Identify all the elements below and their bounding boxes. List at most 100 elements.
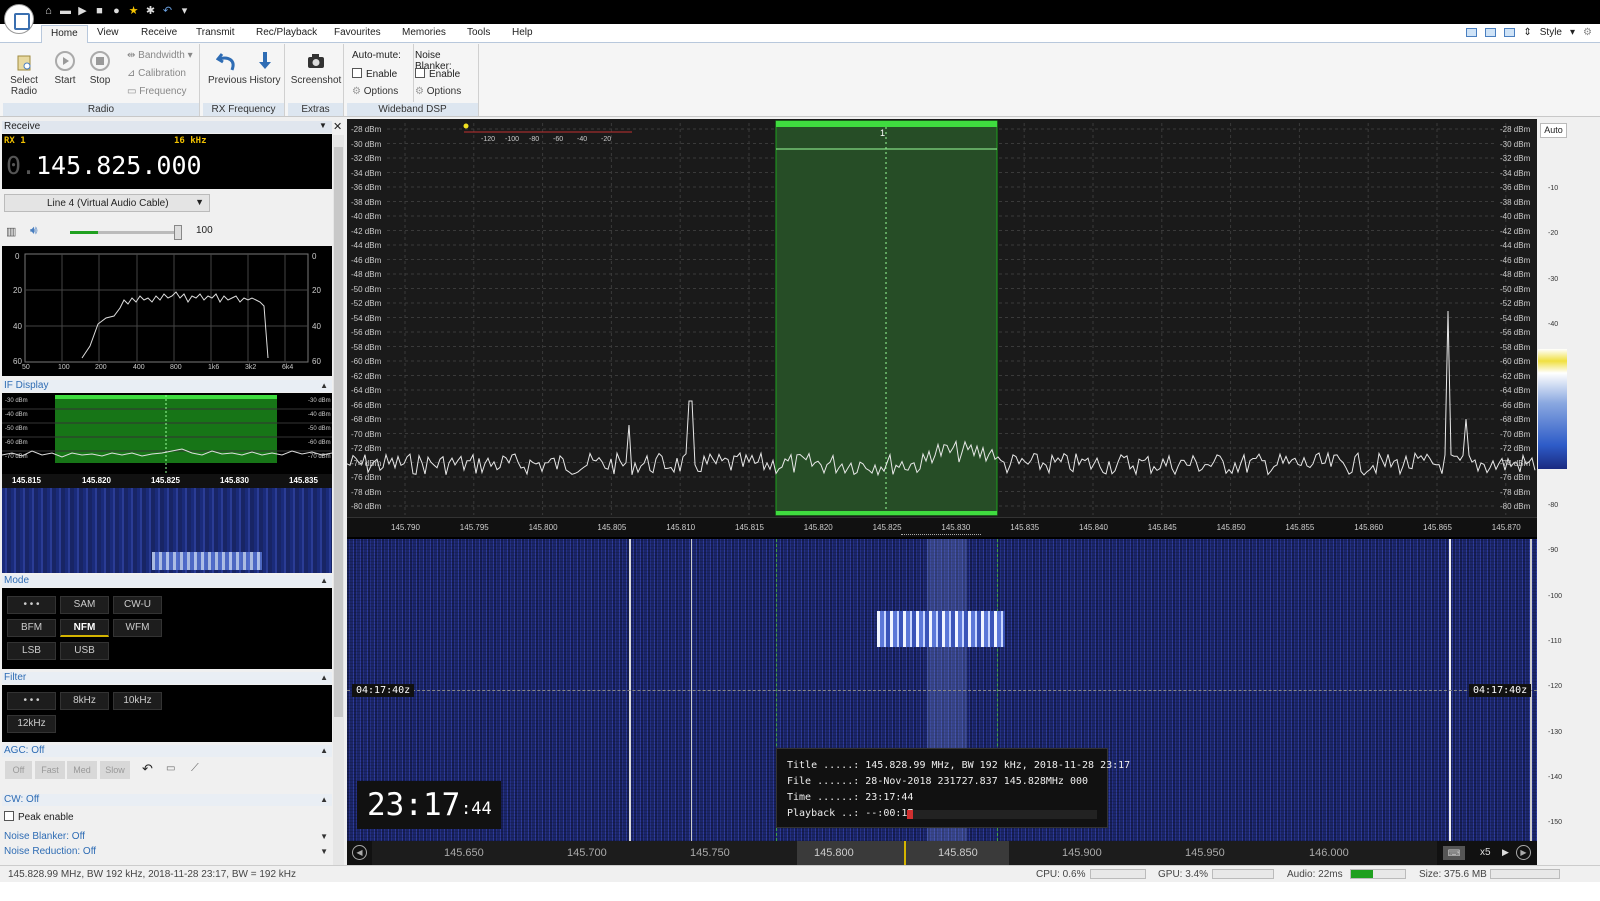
style-icon: ⇕ — [1523, 27, 1532, 38]
application-menu-button[interactable] — [4, 4, 34, 34]
splitter-handle[interactable] — [901, 534, 981, 536]
audio-device-select[interactable]: Line 4 (Virtual Audio Cable) ▼ — [4, 194, 210, 212]
tab-memories[interactable]: Memories — [402, 27, 446, 38]
tab-help[interactable]: Help — [512, 27, 533, 38]
undo-icon[interactable]: ↶ — [142, 761, 153, 777]
levels-icon[interactable]: ▥ — [6, 225, 16, 238]
mode-sam-button[interactable]: SAM — [60, 596, 109, 614]
peak-enable-checkbox[interactable]: Peak enable — [4, 811, 74, 823]
audio-y-tick: 20 — [13, 286, 22, 295]
dropdown-icon[interactable]: ▾ — [178, 5, 191, 18]
tab-home[interactable]: Home — [41, 25, 88, 44]
frequency-icon: ▭ — [127, 86, 140, 97]
mode-cwu-button[interactable]: CW-U — [113, 596, 162, 614]
monitor-icon[interactable] — [1485, 28, 1497, 37]
style-menu[interactable]: Style — [1540, 27, 1562, 38]
filter-10khz-button[interactable]: 10kHz — [113, 692, 162, 710]
settings-icon[interactable]: ✱ — [144, 5, 157, 18]
chevron-down-icon[interactable]: ▼ — [319, 121, 327, 130]
previous-button[interactable]: Previous — [208, 50, 247, 86]
noise-blanker-enable-checkbox[interactable]: Enable — [415, 68, 460, 80]
noise-reduction-header[interactable]: Noise Reduction: Off ▼ — [2, 846, 332, 858]
close-icon[interactable]: ✕ — [333, 120, 342, 133]
frequency-button[interactable]: ▭ Frequency — [127, 86, 186, 97]
tab-favourites[interactable]: Favourites — [334, 27, 381, 38]
tab-receive[interactable]: Receive — [141, 27, 177, 38]
tab-rec-playback[interactable]: Rec/Playback — [256, 27, 317, 38]
mode-nfm-button[interactable]: NFM — [60, 619, 109, 637]
undo-icon[interactable]: ↶ — [161, 5, 174, 18]
noise-blanker-options-button[interactable]: ⚙ Options — [415, 86, 461, 97]
home-icon[interactable]: ⌂ — [42, 5, 55, 18]
settings-icon[interactable]: ▭ — [166, 763, 175, 774]
history-button[interactable]: History — [248, 50, 282, 86]
folder-icon[interactable]: ▬ — [59, 5, 72, 18]
level-gradient[interactable] — [1538, 349, 1567, 469]
tab-tools[interactable]: Tools — [467, 27, 490, 38]
select-radio-button[interactable]: Select Radio — [9, 50, 39, 97]
agc-fast-button[interactable]: Fast — [35, 761, 65, 779]
scroll-left-icon[interactable]: ◀ — [352, 845, 367, 860]
play-icon[interactable]: ▶ — [76, 5, 89, 18]
filter-8khz-button[interactable]: 8kHz — [60, 692, 109, 710]
agc-off-button[interactable]: Off — [5, 761, 32, 779]
radio-group: Select Radio Start Stop ⇹ Bandwidth ▾ ⊿ … — [3, 44, 200, 116]
spectrum-x-tick: 145.800 — [528, 523, 558, 532]
mode-header[interactable]: Mode ▲ — [2, 575, 332, 587]
filter-12khz-button[interactable]: 12kHz — [7, 715, 56, 733]
if-display-header[interactable]: IF Display ▲ — [2, 380, 332, 392]
tab-transmit[interactable]: Transmit — [196, 27, 235, 38]
agc-med-button[interactable]: Med — [67, 761, 97, 779]
noise-blanker-header[interactable]: Noise Blanker: Off ▼ — [2, 831, 332, 843]
auto-button[interactable]: Auto — [1540, 123, 1567, 138]
globe-icon[interactable]: ● — [110, 5, 123, 18]
gear-icon[interactable]: ⚙ — [1583, 27, 1592, 38]
tab-view[interactable]: View — [97, 27, 119, 38]
star-icon[interactable]: ★ — [127, 5, 140, 18]
volume-slider[interactable] — [70, 225, 182, 240]
automute-options-button[interactable]: ⚙ Options — [352, 86, 398, 97]
if-x-tick: 145.820 — [82, 476, 111, 485]
left-scrollbar[interactable] — [333, 135, 344, 865]
monitor-icon[interactable] — [1504, 28, 1516, 37]
cw-header[interactable]: CW: Off ▲ — [2, 794, 332, 806]
volume-thumb[interactable] — [174, 225, 182, 240]
spectrum-x-tick: 145.810 — [666, 523, 696, 532]
filter-header[interactable]: Filter ▲ — [2, 672, 332, 684]
start-button[interactable]: Start — [51, 50, 79, 86]
speaker-icon[interactable]: 🔊︎ — [30, 223, 38, 238]
frequency-ruler[interactable]: 145.650 145.700 145.750 145.800 145.850 … — [372, 841, 1437, 865]
calibration-button[interactable]: ⊿ Calibration — [127, 68, 186, 79]
frequency-value[interactable]: 145.825.000 — [36, 151, 202, 180]
stop-icon[interactable]: ■ — [93, 5, 106, 18]
zoom-level[interactable]: x5 — [1480, 847, 1491, 858]
scroll-right-icon[interactable]: ▶ — [1516, 845, 1531, 860]
waterfall-frequency-bar[interactable]: ◀ 145.650 145.700 145.750 145.800 145.85… — [347, 841, 1537, 865]
marker-label[interactable]: 1 — [880, 128, 885, 138]
monitor-icon[interactable] — [1466, 28, 1478, 37]
stop-button[interactable]: Stop — [87, 50, 113, 86]
audio-y-tick: 0 — [312, 252, 317, 261]
graph-icon[interactable]: ⟋ — [191, 762, 199, 775]
if-display[interactable]: -30 dBm -40 dBm -50 dBm -60 dBm -70 dBm … — [2, 393, 332, 573]
level-tick: -10 — [1548, 185, 1559, 192]
chevron-down-icon[interactable]: ▾ — [1570, 27, 1575, 38]
frequency-display[interactable]: RX 1 16 kHz 0. 145.825.000 — [2, 134, 332, 189]
screenshot-button[interactable]: Screenshot — [290, 50, 342, 86]
mode-wfm-button[interactable]: WFM — [113, 619, 162, 637]
agc-header[interactable]: AGC: Off ▲ — [2, 745, 332, 757]
keyboard-icon[interactable]: ⌨ — [1443, 846, 1465, 860]
automute-enable-checkbox[interactable]: Enable — [352, 68, 397, 80]
mode-lsb-button[interactable]: LSB — [7, 642, 56, 660]
mode-bfm-button[interactable]: BFM — [7, 619, 56, 637]
bandwidth-button[interactable]: ⇹ Bandwidth ▾ — [127, 50, 193, 61]
mode-usb-button[interactable]: USB — [60, 642, 109, 660]
filter-more-button[interactable]: • • • — [7, 692, 56, 710]
mode-more-button[interactable]: • • • — [7, 596, 56, 614]
if-x-tick: 145.830 — [220, 476, 249, 485]
zoom-arrow-icon[interactable]: ▶ — [1502, 847, 1509, 858]
agc-slow-button[interactable]: Slow — [100, 761, 130, 779]
scrollbar-thumb[interactable] — [334, 147, 343, 717]
playback-progress[interactable] — [907, 810, 1097, 819]
spectrum-display[interactable]: 1 -120 -100 -80 -60 -40 -20 -28 dBm -30 dBm -32… — [347, 119, 1537, 517]
